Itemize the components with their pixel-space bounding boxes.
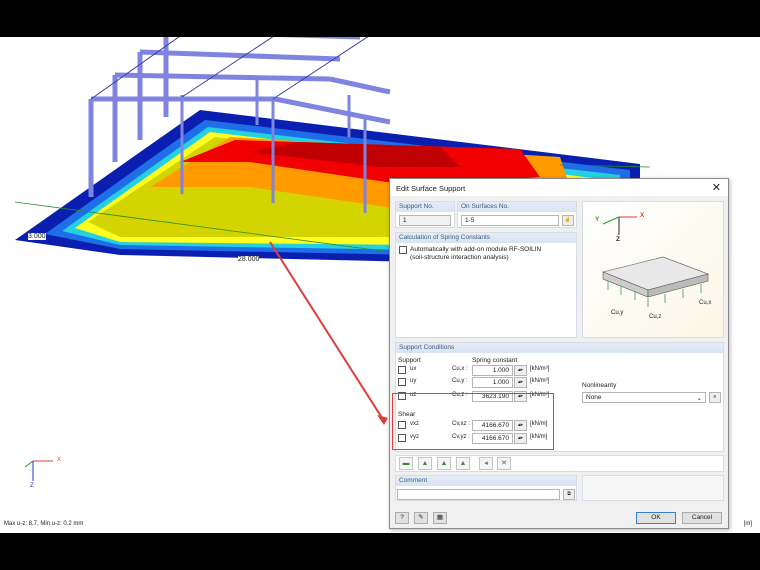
toolbar: ▬ ▲ ▲ ▲ ◂ ✕ xyxy=(395,455,724,472)
spring-constant-input[interactable]: 1.000 xyxy=(472,377,513,388)
support-x-icon[interactable]: ▲ xyxy=(437,457,451,470)
fig-y-label: Y xyxy=(595,216,600,223)
axis-z-label: Z xyxy=(30,483,34,489)
fig-cuz-label: Cu,z xyxy=(649,314,662,320)
comment-label: Comment xyxy=(396,476,576,486)
dof-label: ux xyxy=(410,366,417,372)
ok-button[interactable]: OK xyxy=(636,512,676,524)
support-conditions-header: Support Conditions xyxy=(396,343,723,353)
support-no-group: Support No. 1 xyxy=(395,201,455,228)
spring-column-label: Spring constant xyxy=(472,357,518,364)
on-surfaces-group: On Surfaces No. 1-5 ☝ xyxy=(457,201,577,228)
support-no-label: Support No. xyxy=(396,202,454,212)
fig-cux-label: Cu,x xyxy=(699,300,712,306)
dialog-title: Edit Surface Support xyxy=(390,179,728,196)
nonlinearity-label: Nonlinearity xyxy=(582,382,617,389)
calc-spring-header: Calculation of Spring Constants xyxy=(396,233,576,243)
reset-icon[interactable]: ✕ xyxy=(497,457,511,470)
comment-group: Comment ⧉ xyxy=(395,475,577,501)
comment-extra-panel xyxy=(582,475,724,501)
unit-label: [m] xyxy=(743,521,752,527)
global-axes-icon xyxy=(24,460,53,481)
unit-label: [kN/m³] xyxy=(530,366,550,372)
on-surfaces-label: On Surfaces No. xyxy=(458,202,576,212)
unit-label: [kN/m³] xyxy=(530,378,550,384)
help-icon[interactable]: ? xyxy=(395,512,409,524)
calc-spring-group: Calculation of Spring Constants Automati… xyxy=(395,232,577,338)
fig-x-label: X xyxy=(640,212,645,219)
comment-input[interactable] xyxy=(397,489,560,500)
units-icon[interactable]: ▦ xyxy=(433,512,447,524)
status-text: Max u-z: 8.7, Min u-z: 0.2 mm xyxy=(4,521,84,527)
cancel-button[interactable]: Cancel xyxy=(682,512,722,524)
nonlinearity-select[interactable]: None ⌄ xyxy=(582,392,706,403)
rf-soilin-label: Automatically with add-on module RF-SOIL… xyxy=(410,246,542,253)
on-surfaces-field[interactable]: 1-5 xyxy=(461,215,559,226)
spring-constant-label: Cu,y : xyxy=(452,378,468,384)
support-arrow-icon[interactable]: ◂ xyxy=(479,457,493,470)
axis-x-label: X xyxy=(57,457,62,463)
spring-constant-input[interactable]: 1.000 xyxy=(472,365,513,376)
fig-z-label: Z xyxy=(616,236,620,243)
support-no-field[interactable]: 1 xyxy=(399,215,451,226)
spring-constant-label: Cu,x : xyxy=(452,366,468,372)
fig-cuy-label: Cu,y xyxy=(611,310,624,316)
comment-library-icon[interactable]: ⧉ xyxy=(563,489,575,500)
support-checkbox-uy[interactable] xyxy=(398,378,406,386)
close-icon[interactable]: ✕ xyxy=(712,181,721,194)
dof-label: uy xyxy=(410,378,417,384)
support-checkbox-ux[interactable] xyxy=(398,366,406,374)
hinged-icon[interactable]: ▬ xyxy=(399,457,413,470)
support-y-icon[interactable]: ▲ xyxy=(456,457,470,470)
callout-arrow xyxy=(269,241,385,422)
dimension-bottom: 28.000 xyxy=(238,256,260,263)
edit-icon[interactable]: ✎ xyxy=(414,512,428,524)
dimension-left: 3.000 xyxy=(28,233,46,240)
fixed-support-icon[interactable]: ▲ xyxy=(418,457,432,470)
rf-soilin-checkbox[interactable] xyxy=(399,246,407,254)
support-figure: X Y Z Cu,y Cu,z Cu,x xyxy=(582,201,724,338)
edit-surface-support-dialog: Edit Surface Support ✕ Support No. 1 On … xyxy=(389,178,729,529)
spinner-icon[interactable]: ▴▸ xyxy=(514,365,527,376)
highlight-box xyxy=(392,393,554,450)
pick-surfaces-icon[interactable]: ☝ xyxy=(562,215,574,226)
nonlinearity-value: None xyxy=(586,394,602,401)
support-column-label: Support xyxy=(398,357,421,364)
rf-soilin-sublabel: (soil-structure interaction analysis) xyxy=(410,254,509,261)
chevron-down-icon: ⌄ xyxy=(696,395,702,402)
nonlinearity-edit-icon[interactable]: ≡ xyxy=(709,392,721,403)
spinner-icon[interactable]: ▴▸ xyxy=(514,377,527,388)
